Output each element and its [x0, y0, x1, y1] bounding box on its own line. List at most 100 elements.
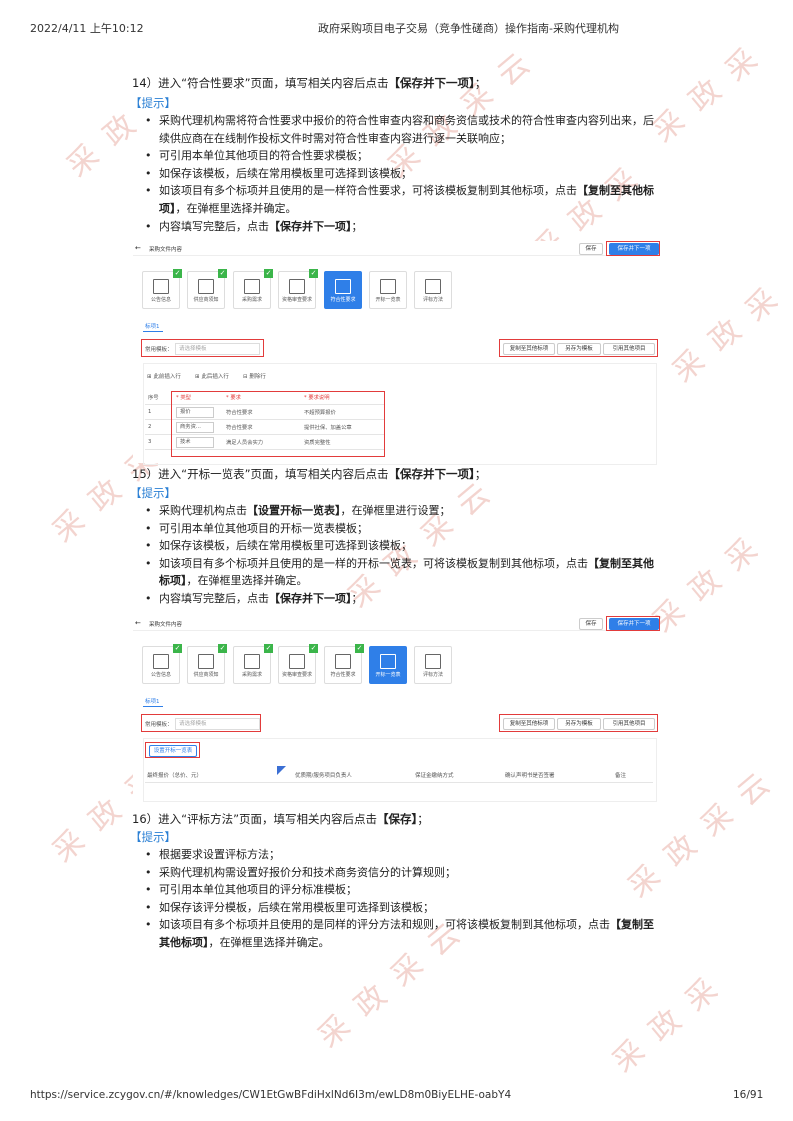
- tip-list: 采购代理机构点击【设置开标一览表】，在弹框里进行设置； 可引用本单位其他项目的开…: [145, 502, 655, 608]
- home-icon: [425, 279, 441, 294]
- tip-list: 采购代理机构需将符合性要求中报价的符合性审查内容和商务资信或技术的符合性审查内容…: [145, 112, 655, 235]
- step-card[interactable]: 公告信息 ✓: [142, 644, 182, 684]
- step-card[interactable]: 采购需求 ✓: [233, 644, 273, 684]
- highlight-box: [141, 339, 264, 357]
- corner-marker-icon: [277, 766, 286, 775]
- document-icon: [153, 654, 169, 669]
- document-icon: [198, 279, 214, 294]
- screenshot-bid-summary: ← 采购文件内容 保存 保存并下一项 公告信息 ✓ 供应商须知 ✓ 采购需求 ✓ 资格…: [133, 616, 660, 806]
- tip-label: 【提示】: [130, 96, 176, 110]
- document-icon: [289, 279, 305, 294]
- list-item: 如该项目有多个标项并且使用的是同样的评分方法和规则，可将该模板复制到其他标项，点…: [145, 916, 655, 951]
- card-label: 资格审查要求: [281, 672, 312, 678]
- list-item: 内容填写完整后，点击【保存并下一项】；: [145, 590, 655, 608]
- list-item: 采购代理机构点击【设置开标一览表】，在弹框里进行设置；: [145, 502, 655, 520]
- card-label: 供应商须知: [193, 297, 219, 303]
- print-datetime: 2022/4/11 上午10:12: [30, 22, 144, 35]
- back-arrow-icon[interactable]: ←: [135, 244, 141, 252]
- list-item: 如保存该评分模板，后续在常用模板里可选择到该模板；: [145, 899, 655, 917]
- document-icon: [244, 279, 260, 294]
- list-item: 如该项目有多个标项并且使用的是一样的开标一览表，可将该模板复制到其他标项，点击【…: [145, 555, 655, 590]
- delete-row-tool[interactable]: ⊟ 删除行: [243, 372, 266, 380]
- page-url: https://service.zcygov.cn/#/knowledges/C…: [30, 1089, 512, 1101]
- list-item: 如保存该模板，后续在常用模板里可选择到该模板；: [145, 165, 655, 183]
- highlight-box: [145, 742, 200, 758]
- check-icon: ✓: [264, 644, 273, 653]
- list-item: 可引用本单位其他项目的评分标准模板；: [145, 881, 655, 899]
- card-label: 开标一览表: [375, 297, 401, 303]
- step-card[interactable]: 符合性要求 ✓: [324, 644, 364, 684]
- save-button[interactable]: 保存: [579, 243, 603, 255]
- list-item: 如该项目有多个标项并且使用的是一样符合性要求，可将该模板复制到其他标项，点击【复…: [145, 182, 655, 217]
- step-card[interactable]: 公告信息 ✓: [142, 269, 182, 309]
- list-item: 如保存该模板，后续在常用模板里可选择到该模板；: [145, 537, 655, 555]
- step-card[interactable]: 资格审查要求 ✓: [278, 644, 318, 684]
- list-item: 内容填写完整后，点击【保存并下一项】；: [145, 218, 655, 236]
- screenshot-conformity: ← 采购文件内容 保存 保存并下一项 公告信息 ✓ 供应商须知 ✓ 采购需求 ✓ 资格…: [133, 241, 660, 465]
- card-label: 供应商须知: [193, 672, 219, 678]
- document-icon: [198, 654, 214, 669]
- card-label: 评标方法: [422, 297, 443, 303]
- step-card[interactable]: 开标一览表: [369, 271, 407, 309]
- check-icon: ✓: [173, 269, 182, 278]
- highlight-box: [499, 714, 658, 732]
- step-16-text: 16）进入“评标方法”页面，填写相关内容后点击【保存】；: [132, 812, 429, 826]
- highlight-box: [499, 339, 658, 357]
- step-15-text: 15）进入“开标一览表”页面，填写相关内容后点击【保存并下一项】；: [132, 467, 487, 481]
- check-icon: ✓: [173, 644, 182, 653]
- card-label: 开标一览表: [375, 672, 401, 678]
- check-icon: ✓: [309, 269, 318, 278]
- card-label: 资格审查要求: [281, 297, 312, 303]
- chart-icon: [335, 654, 351, 669]
- card-label: 采购需求: [241, 672, 262, 678]
- list-item: 采购代理机构需设置好报价分和技术商务资信分的计算规则；: [145, 864, 655, 882]
- step-14-text: 14）进入“符合性要求”页面，填写相关内容后点击【保存并下一项】；: [132, 76, 487, 90]
- document-icon: [153, 279, 169, 294]
- back-arrow-icon[interactable]: ←: [135, 619, 141, 627]
- step-card-active[interactable]: 开标一览表: [369, 646, 407, 684]
- tip-label: 【提示】: [130, 486, 176, 500]
- check-icon: ✓: [218, 269, 227, 278]
- step-card[interactable]: 供应商须知 ✓: [187, 644, 227, 684]
- insert-before-tool[interactable]: ⊞ 此前插入行: [147, 372, 181, 380]
- highlight-box: [171, 391, 385, 457]
- tab-item-1[interactable]: 标项1: [145, 697, 160, 705]
- step-card[interactable]: 评标方法: [414, 646, 452, 684]
- step-card-active[interactable]: 符合性要求: [324, 271, 362, 309]
- check-icon: ✓: [355, 644, 364, 653]
- card-label: 评标方法: [422, 672, 443, 678]
- chart-icon: [335, 279, 351, 294]
- list-item: 可引用本单位其他项目的开标一览表模板；: [145, 520, 655, 538]
- check-icon: ✓: [264, 269, 273, 278]
- card-label: 采购需求: [241, 297, 262, 303]
- list-item: 可引用本单位其他项目的符合性要求模板；: [145, 147, 655, 165]
- chart-icon: [380, 279, 396, 294]
- step-card[interactable]: 采购需求 ✓: [233, 269, 273, 309]
- document-title: 政府采购项目电子交易（竞争性磋商）操作指南-采购代理机构: [318, 22, 619, 35]
- list-item: 根据要求设置评标方法；: [145, 846, 655, 864]
- highlight-box: [606, 616, 660, 631]
- page-number: 16/91: [733, 1089, 764, 1101]
- save-button[interactable]: 保存: [579, 618, 603, 630]
- highlight-box: [606, 241, 660, 256]
- check-icon: ✓: [309, 644, 318, 653]
- card-label: 符合性要求: [330, 297, 356, 303]
- insert-after-tool[interactable]: ⊞ 此后插入行: [195, 372, 229, 380]
- tab-item-1[interactable]: 标项1: [145, 322, 160, 330]
- page-title: 采购文件内容: [149, 622, 183, 628]
- tip-list: 根据要求设置评标方法； 采购代理机构需设置好报价分和技术商务资信分的计算规则； …: [145, 846, 655, 952]
- card-label: 公告信息: [150, 672, 171, 678]
- highlight-box: [141, 714, 261, 732]
- step-card[interactable]: 评标方法: [414, 271, 452, 309]
- step-card[interactable]: 供应商须知 ✓: [187, 269, 227, 309]
- list-item: 采购代理机构需将符合性要求中报价的符合性审查内容和商务资信或技术的符合性审查内容…: [145, 112, 655, 147]
- home-icon: [425, 654, 441, 669]
- check-icon: ✓: [218, 644, 227, 653]
- step-card[interactable]: 资格审查要求 ✓: [278, 269, 318, 309]
- page-title: 采购文件内容: [149, 247, 183, 253]
- document-icon: [244, 654, 260, 669]
- bid-summary-header: 最终报价（总价、元） 优质期/服务项目负责人 保证金缴纳方式 确认声明书是否签署…: [145, 766, 653, 783]
- chart-icon: [380, 654, 396, 669]
- tip-label: 【提示】: [130, 830, 176, 844]
- card-label: 公告信息: [150, 297, 171, 303]
